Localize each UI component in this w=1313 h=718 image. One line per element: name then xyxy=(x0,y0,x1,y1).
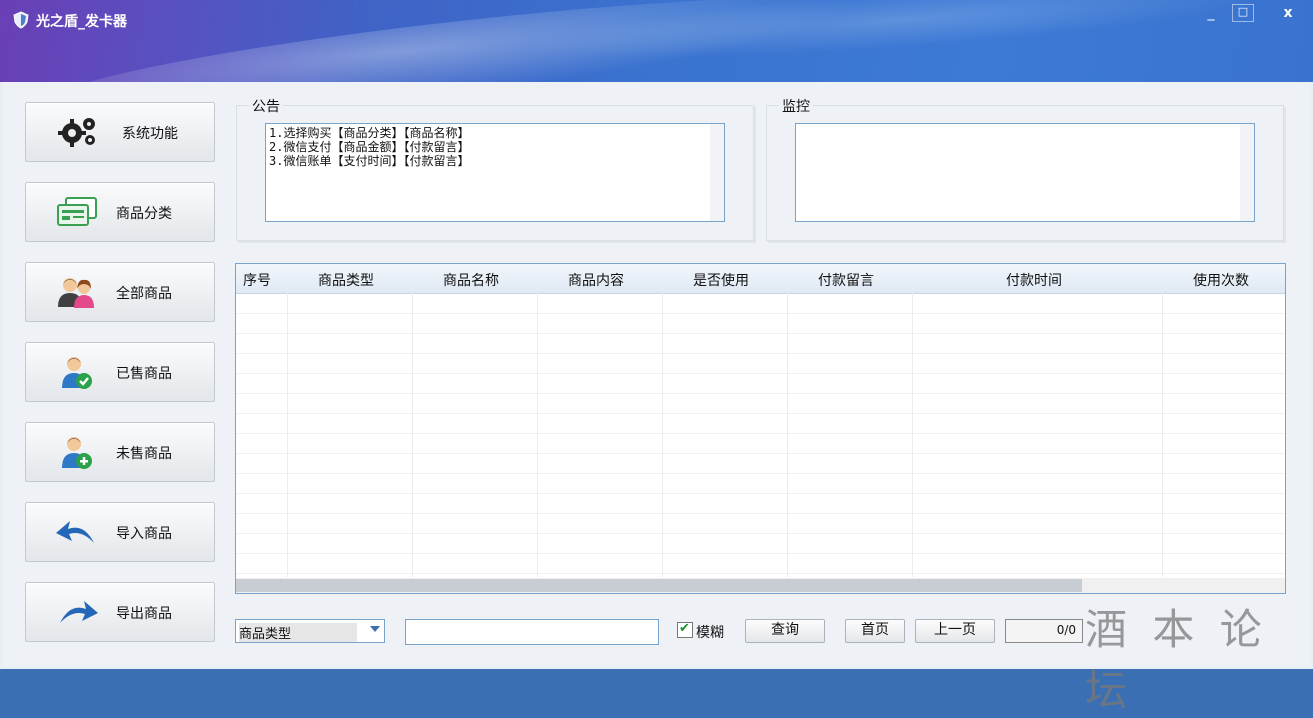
monitor-title: 监控 xyxy=(779,96,813,116)
table-row-line xyxy=(236,553,1285,554)
nav-label: 导出商品 xyxy=(116,606,172,622)
monitor-textbox[interactable] xyxy=(795,123,1255,222)
table-column-line xyxy=(662,293,663,577)
nav-system-functions-button[interactable]: 系统功能 xyxy=(25,102,215,162)
nav-category-button[interactable]: 商品分类 xyxy=(25,182,215,242)
shield-icon xyxy=(13,11,29,29)
nav-label: 系统功能 xyxy=(122,126,178,142)
table-column-line xyxy=(912,293,913,577)
fuzzy-label[interactable]: 模糊 xyxy=(696,622,724,642)
window-title: 光之盾_发卡器 xyxy=(36,14,127,30)
table-row-line xyxy=(236,413,1285,414)
chevron-down-icon[interactable] xyxy=(370,626,380,632)
monitor-group: 监控 xyxy=(766,96,1284,241)
nav-label: 已售商品 xyxy=(116,366,172,382)
column-header[interactable]: 付款留言 xyxy=(818,270,874,290)
nav-export-products-button[interactable]: 导出商品 xyxy=(25,582,215,642)
checkmark-icon: ✔ xyxy=(679,621,690,636)
column-header[interactable]: 商品名称 xyxy=(443,270,499,290)
export-arrow-icon xyxy=(60,601,98,623)
column-header[interactable]: 商品类型 xyxy=(318,270,374,290)
notice-line: 3.微信账单【支付时间】【付款留言】 xyxy=(269,154,470,168)
table-row-line xyxy=(236,333,1285,334)
notice-line: 2.微信支付【商品金额】【付款留言】 xyxy=(269,140,470,154)
nav-label: 导入商品 xyxy=(116,526,172,542)
table-row-line xyxy=(236,373,1285,374)
category-combo[interactable]: 商品类型 xyxy=(235,619,385,643)
nav-label: 商品分类 xyxy=(116,206,172,222)
table-column-line xyxy=(1162,293,1163,577)
scrollbar-thumb[interactable] xyxy=(236,579,1082,592)
notice-title: 公告 xyxy=(249,96,283,116)
category-cards-icon xyxy=(57,197,97,226)
combo-value: 商品类型 xyxy=(239,623,357,642)
monitor-scrollbar[interactable] xyxy=(1240,124,1254,221)
table-row-line xyxy=(236,353,1285,354)
page-indicator: 0/0 xyxy=(1005,619,1083,643)
prev-page-button[interactable]: 上一页 xyxy=(915,619,995,643)
notice-line: 1.选择购买【商品分类】【商品名称】 xyxy=(269,126,470,140)
table-column-line xyxy=(787,293,788,577)
notice-scrollbar[interactable] xyxy=(710,124,724,221)
nav-label: 全部商品 xyxy=(116,286,172,302)
nav-all-products-button[interactable]: 全部商品 xyxy=(25,262,215,322)
fuzzy-checkbox[interactable]: ✔ xyxy=(677,621,693,638)
users-group-icon xyxy=(58,278,94,308)
table-row-line xyxy=(236,493,1285,494)
search-input[interactable] xyxy=(405,619,659,645)
page-indicator-text: 0/0 xyxy=(1056,623,1076,637)
maximize-button[interactable]: □ xyxy=(1232,4,1254,22)
notice-group: 公告 1.选择购买【商品分类】【商品名称】 2.微信支付【商品金额】【付款留言】… xyxy=(236,96,754,241)
client-area: 系统功能 商品分类 全部商品 已售商品 未售商品 导入商品 导出商品 公告 1.… xyxy=(3,82,1310,715)
app-window: 光之盾_发卡器 _ □ x 系统功能 商品分类 全部商品 已售商品 未售商品 导… xyxy=(0,0,1313,715)
table-row-line xyxy=(236,573,1285,574)
query-button[interactable]: 查询 xyxy=(745,619,825,643)
table-row-line xyxy=(236,313,1285,314)
nav-unsold-products-button[interactable]: 未售商品 xyxy=(25,422,215,482)
table-column-line xyxy=(537,293,538,577)
close-button[interactable]: x xyxy=(1270,4,1306,24)
column-header[interactable]: 商品内容 xyxy=(568,270,624,290)
table-row-line xyxy=(236,433,1285,434)
table-column-line xyxy=(287,293,288,577)
first-page-button[interactable]: 首页 xyxy=(845,619,905,643)
table-row-line xyxy=(236,473,1285,474)
gears-icon xyxy=(58,118,95,147)
products-table[interactable]: 序号 商品类型 商品名称 商品内容 是否使用 付款留言 付款时间 使用次数 xyxy=(235,263,1286,594)
watermark-text: 酒 本 论 坛 xyxy=(1085,605,1268,715)
table-horizontal-scrollbar[interactable] xyxy=(236,578,1285,593)
nav-import-products-button[interactable]: 导入商品 xyxy=(25,502,215,562)
table-row-line xyxy=(236,453,1285,454)
nav-sold-products-button[interactable]: 已售商品 xyxy=(25,342,215,402)
import-arrow-icon xyxy=(56,521,94,543)
minimize-button[interactable]: _ xyxy=(1199,4,1223,24)
user-check-icon xyxy=(62,357,92,389)
column-header[interactable]: 使用次数 xyxy=(1193,270,1249,290)
table-row-line xyxy=(236,533,1285,534)
title-bar[interactable]: 光之盾_发卡器 _ □ x xyxy=(0,0,1313,82)
nav-label: 未售商品 xyxy=(116,446,172,462)
table-header: 序号 商品类型 商品名称 商品内容 是否使用 付款留言 付款时间 使用次数 xyxy=(236,264,1285,294)
table-column-line xyxy=(412,293,413,577)
column-header[interactable]: 付款时间 xyxy=(1006,270,1062,290)
user-add-icon xyxy=(62,437,92,469)
table-row-line xyxy=(236,393,1285,394)
column-header[interactable]: 序号 xyxy=(243,270,271,290)
column-header[interactable]: 是否使用 xyxy=(693,270,749,290)
notice-textbox[interactable]: 1.选择购买【商品分类】【商品名称】 2.微信支付【商品金额】【付款留言】 3.… xyxy=(265,123,725,222)
table-row-line xyxy=(236,513,1285,514)
